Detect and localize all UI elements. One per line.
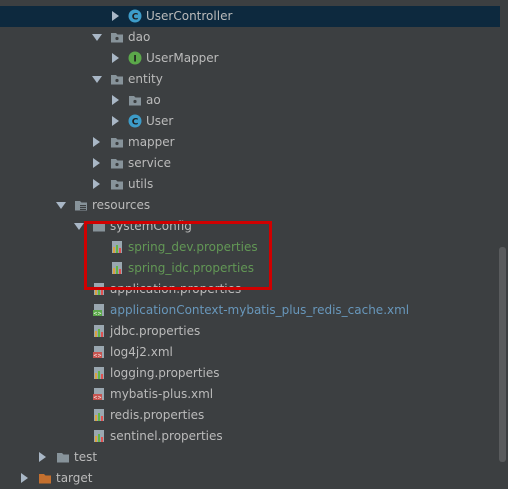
tree-row-redis-properties[interactable]: redis.properties — [0, 405, 500, 426]
tree-row-label: resources — [92, 198, 151, 212]
tree-row-label: applicationContext-mybatis_plus_redis_ca… — [110, 303, 410, 317]
tree-row-label: dao — [128, 30, 151, 44]
tree-row-label: UserMapper — [146, 51, 219, 65]
tree-row-service[interactable]: service — [0, 153, 500, 174]
tree-row-label: mybatis-plus.xml — [110, 387, 214, 401]
svg-text:<>: <> — [93, 353, 101, 359]
resources-folder-icon — [75, 201, 87, 211]
tree-row-target[interactable]: target — [0, 468, 500, 489]
properties-file-icon — [94, 430, 104, 442]
svg-text:C: C — [132, 118, 139, 128]
package-folder-icon — [111, 33, 123, 43]
project-tree: C UserController dao I UserMapper entity… — [0, 0, 500, 485]
expand-arrow-icon[interactable] — [21, 473, 28, 483]
tree-row-label: entity — [128, 72, 163, 86]
vertical-scrollbar[interactable] — [499, 247, 506, 462]
tree-row-label: UserController — [146, 9, 233, 23]
excluded-folder-icon — [39, 474, 51, 484]
tree-row-usercontroller[interactable]: C UserController — [0, 6, 500, 27]
folder-icon — [57, 453, 69, 463]
tree-row-label: log4j2.xml — [110, 345, 173, 359]
svg-text:C: C — [132, 13, 139, 23]
tree-row-label: ao — [146, 93, 161, 107]
collapse-arrow-icon[interactable] — [92, 76, 102, 83]
xml-file-icon: <> — [93, 346, 104, 359]
tree-row-label: target — [56, 471, 93, 485]
tree-row-applicationcontext-xml[interactable]: <> applicationContext-mybatis_plus_redis… — [0, 300, 500, 321]
expand-arrow-icon[interactable] — [112, 95, 119, 105]
tree-row-label: logging.properties — [110, 366, 220, 380]
tree-row-label: utils — [128, 177, 154, 191]
tree-row-log4j2-xml[interactable]: <> log4j2.xml — [0, 342, 500, 363]
properties-file-icon — [94, 367, 104, 379]
properties-file-icon — [94, 325, 104, 337]
package-folder-icon — [111, 159, 123, 169]
highlight-box — [84, 221, 272, 290]
tree-row-label: sentinel.properties — [110, 429, 223, 443]
expand-arrow-icon[interactable] — [93, 179, 100, 189]
tree-row-label: mapper — [128, 135, 175, 149]
tree-row-usermapper[interactable]: I UserMapper — [0, 48, 500, 69]
svg-text:<>: <> — [93, 395, 101, 401]
collapse-arrow-icon[interactable] — [56, 202, 66, 209]
spring-xml-file-icon: <> — [93, 304, 104, 317]
tree-row-jdbc-properties[interactable]: jdbc.properties — [0, 321, 500, 342]
tree-row-mybatis-plus-xml[interactable]: <> mybatis-plus.xml — [0, 384, 500, 405]
expand-arrow-icon[interactable] — [39, 452, 46, 462]
tree-row-ao[interactable]: ao — [0, 90, 500, 111]
properties-file-icon — [94, 409, 104, 421]
svg-text:I: I — [133, 55, 136, 65]
tree-row-label: User — [146, 114, 174, 128]
tree-row-label: test — [74, 450, 98, 464]
collapse-arrow-icon[interactable] — [92, 34, 102, 41]
svg-text:<>: <> — [93, 311, 101, 317]
tree-row-utils[interactable]: utils — [0, 174, 500, 195]
expand-arrow-icon[interactable] — [93, 137, 100, 147]
tree-row-user[interactable]: C User — [0, 111, 500, 132]
tree-row-logging-properties[interactable]: logging.properties — [0, 363, 500, 384]
tree-row-label: service — [128, 156, 171, 170]
package-folder-icon — [111, 180, 123, 190]
expand-arrow-icon[interactable] — [112, 11, 119, 21]
expand-arrow-icon[interactable] — [93, 158, 100, 168]
tree-row-mapper[interactable]: mapper — [0, 132, 500, 153]
class-c-icon: C — [128, 9, 142, 23]
xml-file-icon: <> — [93, 388, 104, 401]
tree-row-entity[interactable]: entity — [0, 69, 500, 90]
tree-row-dao[interactable]: dao — [0, 27, 500, 48]
tree-row-label: redis.properties — [110, 408, 205, 422]
tree-row-sentinel-properties[interactable]: sentinel.properties — [0, 426, 500, 447]
package-folder-icon — [111, 138, 123, 148]
package-folder-icon — [129, 96, 141, 106]
collapse-arrow-icon[interactable] — [74, 223, 84, 230]
class-c-icon: C — [128, 114, 142, 128]
expand-arrow-icon[interactable] — [112, 116, 119, 126]
package-folder-icon — [111, 75, 123, 85]
interface-i-icon: I — [128, 51, 142, 65]
tree-row-resources[interactable]: resources — [0, 195, 500, 216]
tree-row-label: jdbc.properties — [110, 324, 201, 338]
tree-row-test[interactable]: test — [0, 447, 500, 468]
expand-arrow-icon[interactable] — [112, 53, 119, 63]
